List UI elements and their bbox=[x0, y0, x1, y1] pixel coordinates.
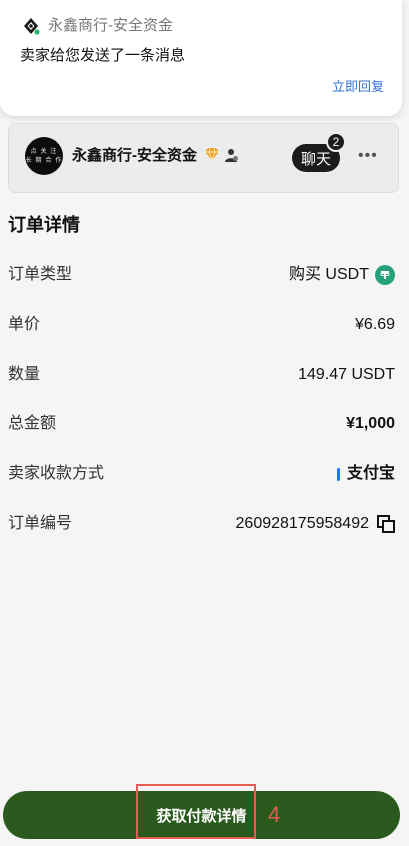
order-details-title: 订单详情 bbox=[8, 215, 80, 235]
seller-card: 点 关 注 长 期 合 作 永鑫商行-安全资金 聊天 2 ••• bbox=[8, 123, 399, 193]
tether-usdt-icon bbox=[375, 265, 395, 285]
avatar-text: 点 关 注 bbox=[30, 148, 58, 155]
reply-now-link[interactable]: 立即回复 bbox=[332, 78, 384, 96]
order-number-value: 260928175958492 bbox=[235, 515, 369, 532]
row-label: 单价 bbox=[8, 316, 41, 333]
row-label: 总金额 bbox=[8, 415, 57, 432]
app-logo-icon bbox=[24, 18, 40, 35]
row-value: 支付宝 bbox=[336, 462, 395, 486]
order-row-total: 总金额 ¥1,000 bbox=[8, 412, 395, 436]
row-label: 数量 bbox=[8, 366, 41, 383]
row-label: 卖家收款方式 bbox=[8, 465, 105, 482]
more-options-icon[interactable]: ••• bbox=[358, 147, 378, 167]
order-row-payment-method: 卖家收款方式 支付宝 bbox=[8, 462, 395, 486]
unread-count-badge: 2 bbox=[326, 132, 346, 152]
alipay-indicator-icon bbox=[336, 467, 340, 481]
order-type-value: 购买 USDT bbox=[288, 266, 369, 283]
notification-message: 卖家给您发送了一条消息 bbox=[20, 47, 186, 64]
seller-name[interactable]: 永鑫商行-安全资金 bbox=[72, 146, 197, 166]
order-row-number: 订单编号 260928175958492 bbox=[8, 512, 395, 536]
unit-price-value: ¥6.69 bbox=[354, 316, 395, 333]
row-value: 购买 USDT bbox=[289, 263, 395, 287]
order-row-price: 单价 ¥6.69 bbox=[8, 313, 395, 337]
payment-method-value: 支付宝 bbox=[346, 465, 395, 482]
row-label: 订单编号 bbox=[8, 515, 73, 532]
row-value: 260928175958492 bbox=[236, 512, 395, 536]
verified-user-icon bbox=[225, 149, 238, 162]
seller-avatar[interactable]: 点 关 注 长 期 合 作 bbox=[25, 137, 63, 175]
copy-icon[interactable] bbox=[377, 515, 395, 533]
diamond-badge-icon bbox=[205, 148, 219, 160]
avatar-text: 长 期 合 作 bbox=[25, 157, 63, 164]
get-payment-details-button[interactable]: 获取付款详情 bbox=[3, 791, 400, 839]
quantity-value: 149.47 USDT bbox=[298, 366, 395, 383]
row-label: 订单类型 bbox=[8, 266, 73, 283]
step-number-label: 4 bbox=[268, 802, 281, 827]
message-notification[interactable]: 永鑫商行-安全资金 卖家给您发送了一条消息 立即回复 bbox=[0, 0, 402, 116]
notification-app-name: 永鑫商行-安全资金 bbox=[48, 17, 173, 34]
total-amount-value: ¥1,000 bbox=[346, 415, 395, 432]
order-row-type: 订单类型 购买 USDT bbox=[8, 263, 395, 287]
order-row-quantity: 数量 149.47 USDT bbox=[8, 363, 395, 387]
